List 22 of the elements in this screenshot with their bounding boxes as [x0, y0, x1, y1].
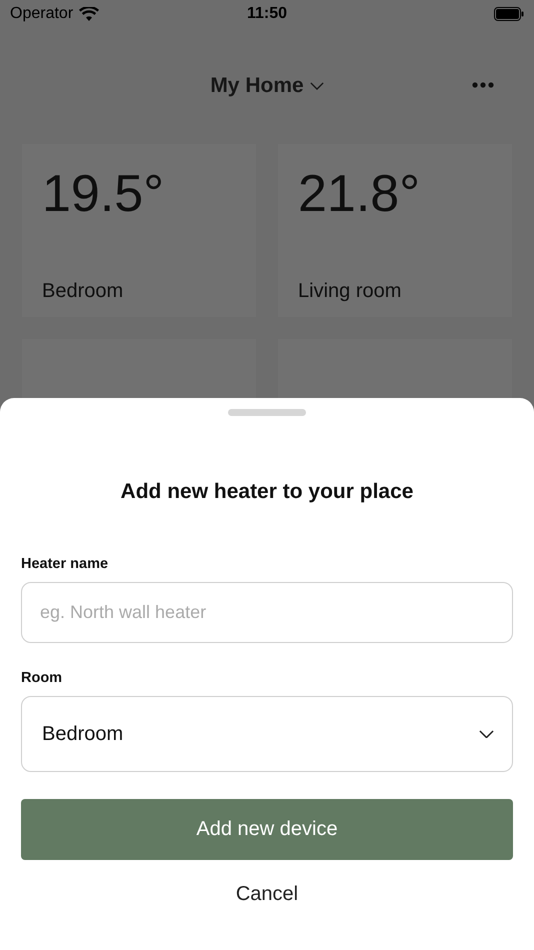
sheet-title: Add new heater to your place — [120, 480, 414, 504]
cancel-button[interactable]: Cancel — [230, 882, 304, 907]
drag-handle[interactable] — [228, 409, 306, 416]
chevron-down-icon — [479, 730, 494, 738]
battery-icon — [494, 7, 524, 21]
heater-name-field[interactable]: eg. North wall heater — [21, 582, 513, 643]
room-card[interactable]: 21.8° Living room — [278, 144, 512, 317]
room-name: Bedroom — [42, 280, 124, 303]
room-card[interactable]: 19.5° Bedroom — [22, 144, 256, 317]
chevron-down-icon — [310, 82, 324, 90]
carrier-name: Operator — [10, 5, 74, 23]
home-selector[interactable]: My Home — [210, 74, 324, 98]
field-label: Heater name — [21, 556, 110, 572]
wifi-icon — [79, 6, 100, 22]
clock-time: 11:50 — [246, 5, 288, 23]
room-dropdown[interactable]: Bedroom — [21, 696, 513, 772]
room-name: Living room — [298, 280, 402, 303]
field-label: Room — [21, 670, 64, 686]
add-device-button[interactable]: Add new device — [21, 799, 513, 860]
temperature: 19.5° — [42, 166, 166, 224]
temperature: 21.8° — [298, 166, 422, 224]
more-icon[interactable] — [472, 82, 494, 88]
